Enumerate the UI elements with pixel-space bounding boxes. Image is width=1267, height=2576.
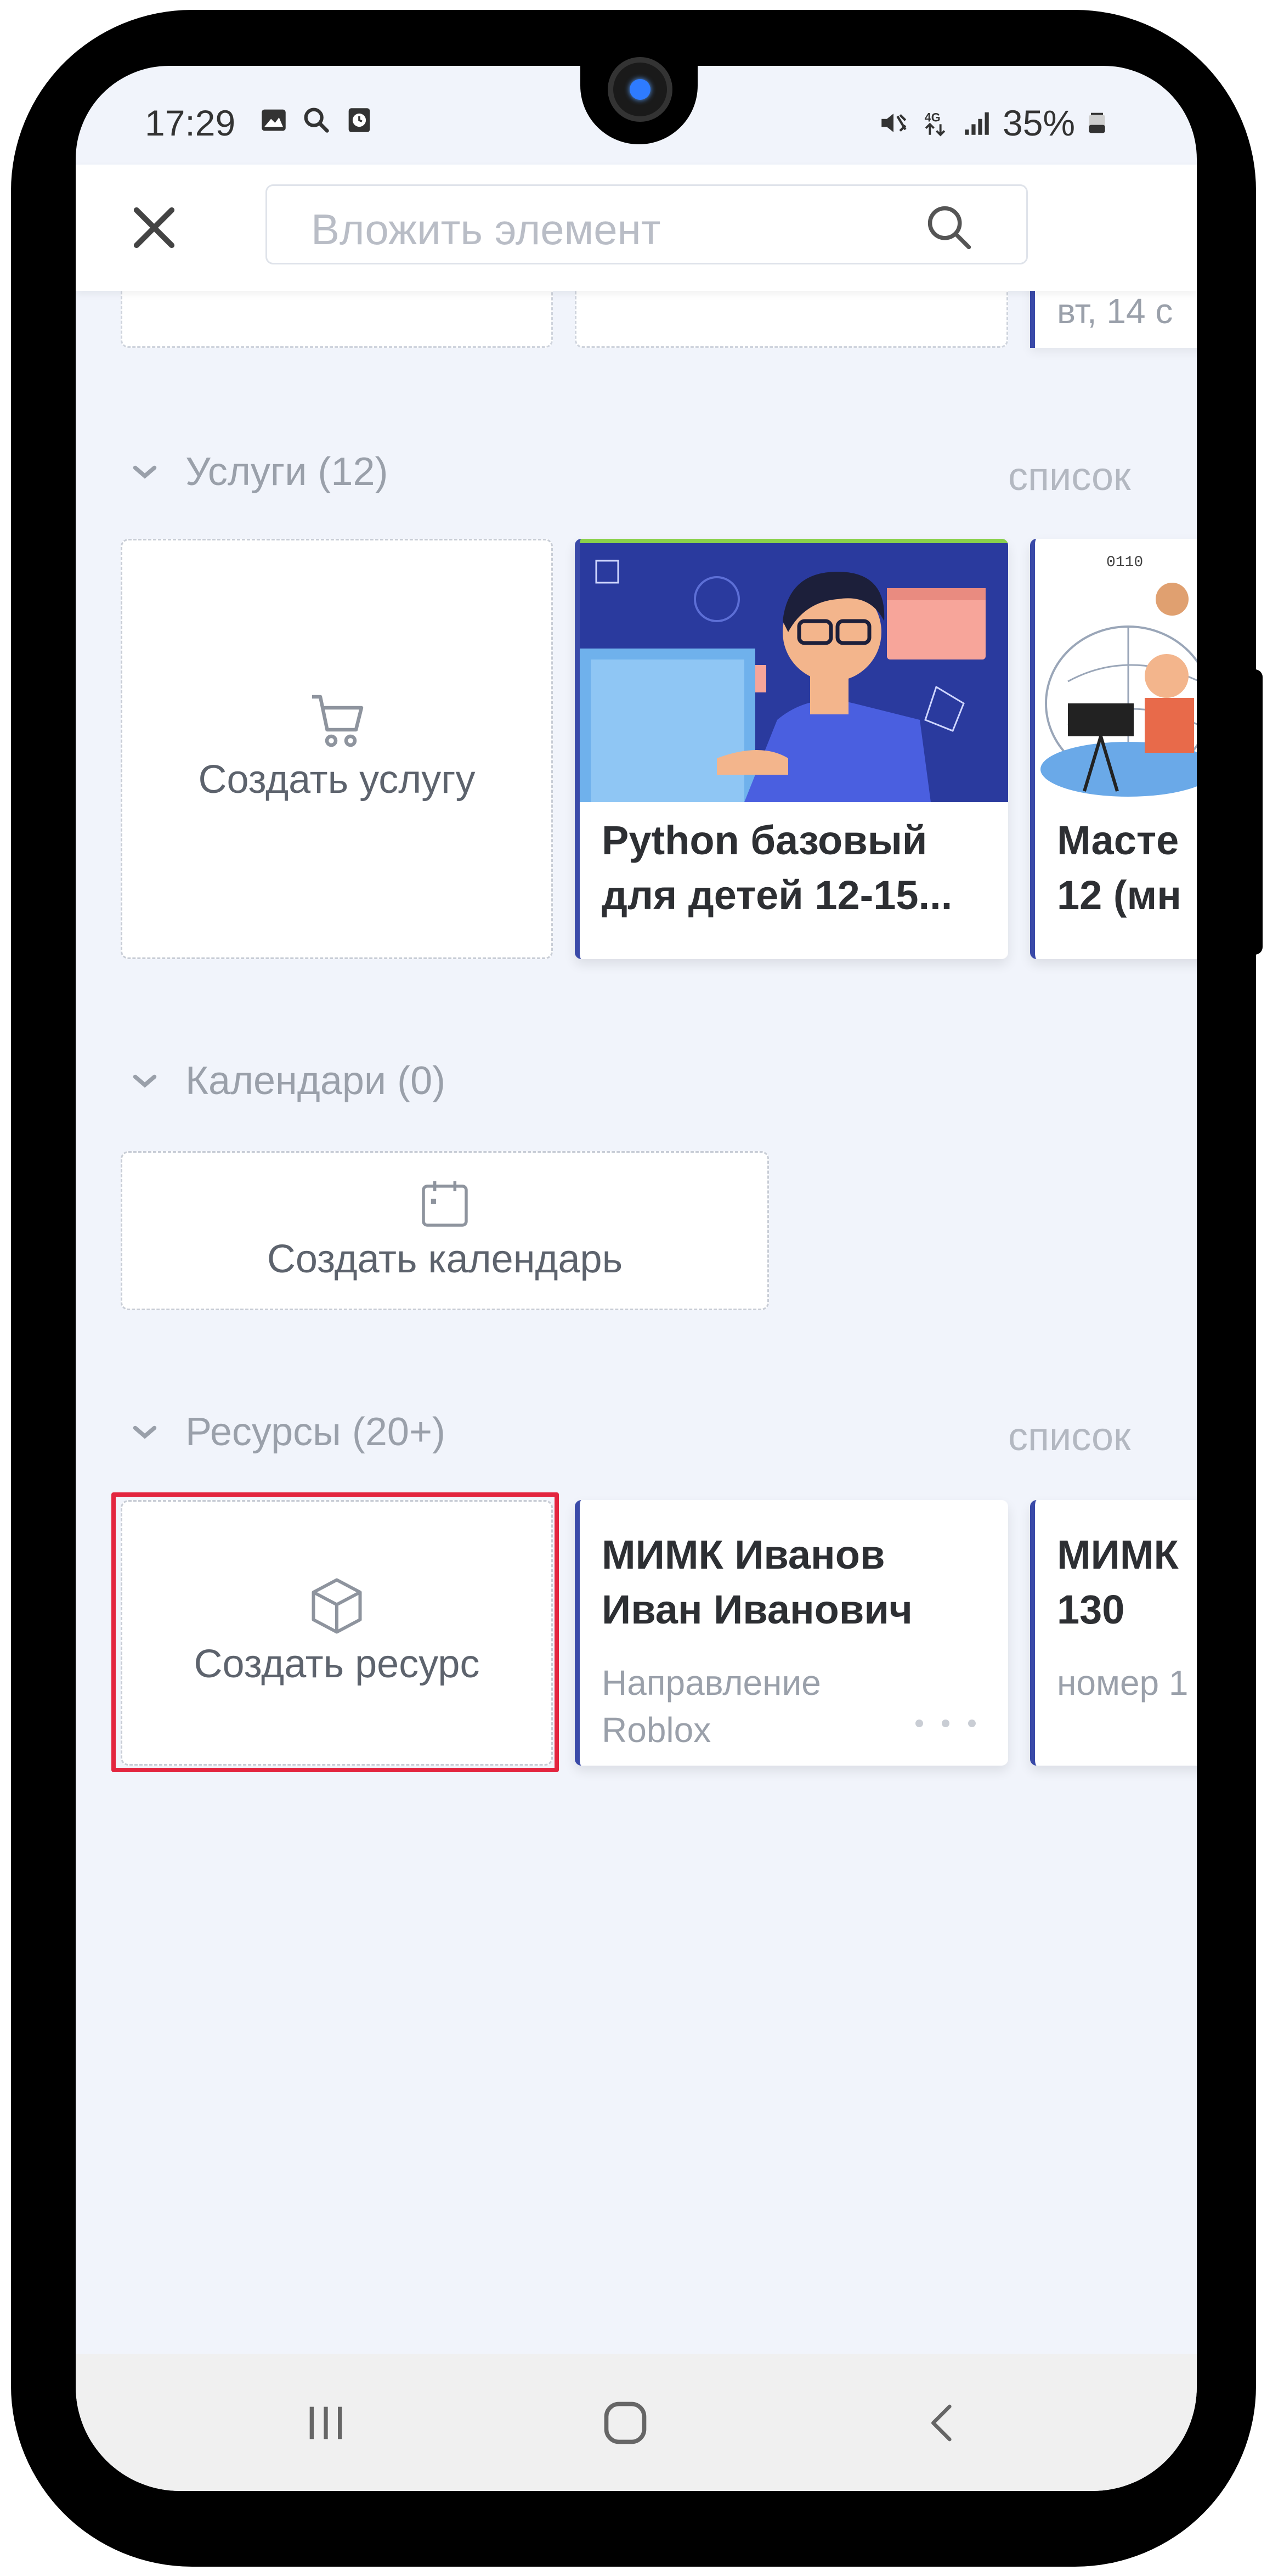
section-header-services[interactable]: Услуги (12) (128, 444, 388, 499)
notification-icons (258, 104, 375, 136)
service-card-image (580, 539, 1008, 802)
top-bar: Вложить элемент (76, 165, 1197, 291)
mute-icon (881, 114, 907, 132)
services-list-link[interactable]: список (1008, 454, 1131, 499)
service-card-image: 0110 (1035, 539, 1197, 802)
create-calendar-label: Создать календарь (267, 1237, 623, 1281)
recents-icon[interactable] (302, 2399, 350, 2447)
home-icon[interactable] (600, 2398, 651, 2448)
resource-card-sub-line1: Направление (602, 1663, 821, 1703)
search-placeholder: Вложить элемент (311, 205, 661, 253)
resource-card-sub-line2: Roblox (602, 1710, 711, 1750)
calendar-icon (422, 1181, 468, 1227)
highlight-box (111, 1492, 559, 1772)
section-title-calendars: Календари (0) (185, 1059, 446, 1103)
resource-card-sub-line1: номер 1 (1057, 1663, 1189, 1703)
chevron-down-icon (133, 465, 157, 479)
resource-card[interactable]: МИМК Иванов Иван Иванович Направление Ro… (575, 1500, 1008, 1766)
service-card-title-line2: для детей 12-15... (602, 872, 953, 918)
image-notification-icon (262, 109, 286, 131)
search-notification-icon (304, 108, 329, 133)
resources-list-link[interactable]: список (1008, 1414, 1131, 1459)
camera-dot (630, 79, 651, 100)
system-nav-bar (76, 2354, 1197, 2491)
more-options-icon[interactable] (915, 1720, 976, 1727)
section-header-calendars[interactable]: Календари (0) (128, 1053, 445, 1108)
signal-icon (965, 112, 989, 135)
screen: вт, 14 с Услуги (12) список Создать услу… (76, 66, 1197, 2491)
create-calendar-card[interactable]: Создать календарь (121, 1151, 769, 1310)
partial-date-text: вт, 14 с (1057, 291, 1173, 331)
status-time: 17:29 (145, 103, 236, 143)
volume-up-button (15, 576, 37, 774)
create-service-label: Создать услугу (198, 758, 476, 802)
network-label: 4G (925, 111, 941, 125)
power-button (1241, 669, 1263, 955)
battery-icon (1089, 112, 1105, 133)
section-title-resources: Ресурсы (20+) (185, 1410, 445, 1454)
chevron-down-icon (133, 1074, 157, 1088)
resource-card-title-line2: Иван Иванович (602, 1587, 913, 1632)
search-input[interactable]: Вложить элемент (265, 184, 1028, 264)
section-header-resources[interactable]: Ресурсы (20+) (128, 1405, 445, 1459)
resource-card-title-line1: МИМК Иванов (602, 1532, 885, 1577)
service-card[interactable]: 0110 Масте 12 (мн (1030, 539, 1197, 959)
service-card[interactable]: Python базовый для детей 12-15... (575, 539, 1008, 959)
resource-card[interactable]: МИМК 130 номер 1 (1030, 1500, 1197, 1766)
resource-card-title-line1: МИМК (1057, 1532, 1179, 1577)
chevron-down-icon (133, 1425, 157, 1439)
search-icon[interactable] (922, 200, 977, 255)
close-icon[interactable] (124, 198, 184, 258)
volume-down-button (15, 807, 37, 1015)
cart-icon (312, 695, 364, 747)
back-icon[interactable] (920, 2398, 964, 2448)
service-card-title-line1: Масте (1057, 818, 1179, 863)
clock-notification-icon (348, 108, 370, 132)
system-status-icons: 4G 35% (878, 102, 1109, 144)
create-service-card[interactable]: Создать услугу (121, 539, 553, 959)
resource-card-title-line2: 130 (1057, 1587, 1125, 1632)
section-title-services: Услуги (12) (185, 450, 388, 494)
service-card-title-line1: Python базовый (602, 818, 927, 863)
battery-percent: 35% (1003, 103, 1076, 143)
network-4g-icon: 4G (925, 111, 946, 137)
svg-text:0110: 0110 (1106, 554, 1143, 571)
service-card-title-line2: 12 (мн (1057, 872, 1181, 918)
